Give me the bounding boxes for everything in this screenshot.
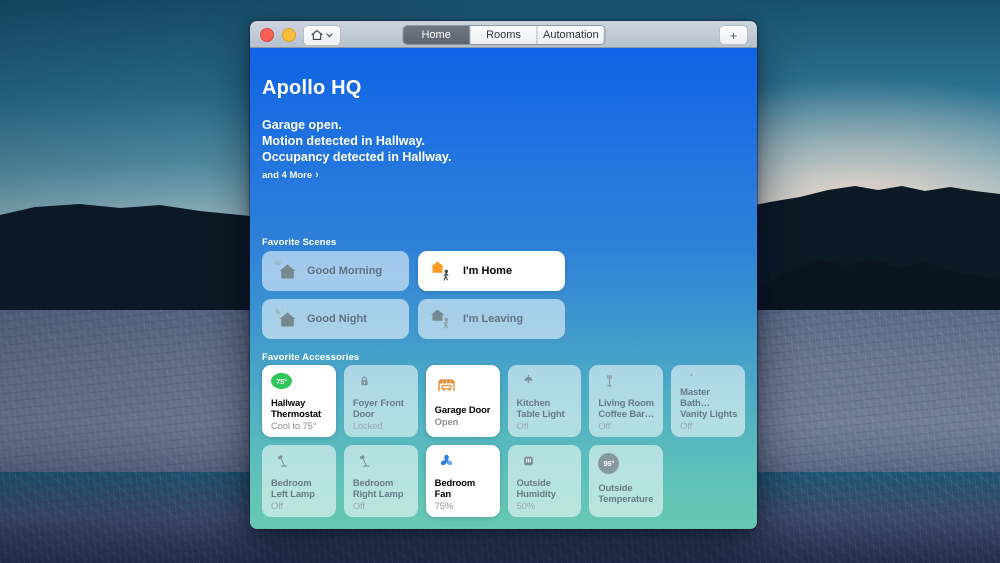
scene-label: I'm Home [463, 265, 512, 277]
minimize-window-button[interactable] [282, 28, 296, 42]
accessory-status: Off [271, 500, 283, 511]
pendant-light-icon [680, 373, 703, 378]
accessory-tile-outside-temperature[interactable]: 95° Outside Temperature [589, 445, 663, 517]
accessory-status: Off [353, 500, 365, 511]
accessory-tile-living-room-coffee-bar[interactable]: Living Room Coffee Bar… Off [589, 365, 663, 437]
status-line: Motion detected in Hallway. [262, 133, 745, 149]
accessory-name: Outside Temperature [598, 482, 657, 504]
pendant-light-icon [517, 373, 540, 389]
accessory-status: Off [598, 420, 610, 431]
accessory-name: Garage Door [435, 404, 491, 415]
accessory-tile-garage-door[interactable]: Garage Door Open [426, 365, 500, 437]
status-line: Garage open. [262, 117, 745, 133]
scene-label: Good Morning [307, 265, 382, 277]
accessory-name: Bedroom Left Lamp [271, 477, 330, 499]
thermostat-badge-icon: 75° [271, 373, 292, 389]
scene-label: Good Night [307, 313, 367, 325]
status-line: Occupancy detected in Hallway. [262, 149, 745, 165]
house-icon [311, 29, 323, 41]
favorite-scenes-grid: Good Morning I'm Home [262, 251, 745, 339]
tab-rooms[interactable]: Rooms [469, 26, 536, 44]
accessory-tile-outside-humidity[interactable]: Outside Humidity 50% [508, 445, 582, 517]
favorite-scenes-label: Favorite Scenes [262, 237, 745, 248]
accessory-tile-foyer-front-door[interactable]: Foyer Front Door Locked [344, 365, 418, 437]
good-night-house-icon [273, 306, 299, 332]
close-window-button[interactable] [260, 28, 274, 42]
accessory-tile-hallway-thermostat[interactable]: 75° Hallway Thermostat Cool to 75° [262, 365, 336, 437]
home-status-summary: Garage open. Motion detected in Hallway.… [262, 117, 745, 165]
more-status-link[interactable]: and 4 More › [262, 170, 745, 181]
floor-lamp-icon [598, 373, 621, 389]
garage-door-icon [435, 373, 458, 396]
accessory-status: Off [517, 420, 529, 431]
desk-lamp-icon [271, 453, 294, 469]
accessory-name: Kitchen Table Light [517, 397, 576, 419]
desk-lamp-icon [353, 453, 376, 469]
scene-tile-good-morning[interactable]: Good Morning [262, 251, 409, 291]
view-switcher: Home Rooms Automation [402, 25, 605, 45]
im-leaving-house-icon [429, 306, 455, 332]
home-content: Apollo HQ Garage open. Motion detected i… [250, 48, 757, 529]
accessory-status: 75% [435, 500, 453, 511]
favorite-accessories-label: Favorite Accessories [262, 352, 745, 363]
humidity-sensor-icon [517, 453, 540, 469]
scene-tile-good-night[interactable]: Good Night [262, 299, 409, 339]
scene-tile-im-home[interactable]: I'm Home [418, 251, 565, 291]
scene-tile-im-leaving[interactable]: I'm Leaving [418, 299, 565, 339]
tab-home[interactable]: Home [403, 26, 469, 44]
home-selector-dropdown[interactable] [303, 25, 341, 46]
favorite-accessories-grid: 75° Hallway Thermostat Cool to 75° Foyer… [262, 365, 745, 517]
accessory-tile-bedroom-fan[interactable]: Bedroom Fan 75% [426, 445, 500, 517]
add-accessory-button[interactable]: + [719, 25, 748, 45]
home-app-window: Home Rooms Automation + Apollo HQ Garage… [250, 21, 757, 529]
accessory-name: Bedroom Fan [435, 477, 494, 499]
fan-icon [435, 453, 458, 469]
accessory-status: Open [435, 416, 459, 427]
accessory-tile-master-bath-vanity-lights[interactable]: Master Bath… Vanity Lights Off [671, 365, 745, 437]
home-name-title: Apollo HQ [262, 48, 745, 100]
accessory-status: Cool to 75° [271, 420, 316, 431]
accessory-name: Living Room Coffee Bar… [598, 397, 657, 419]
temperature-badge-icon: 95° [598, 453, 619, 474]
window-titlebar[interactable]: Home Rooms Automation + [250, 21, 757, 48]
accessory-name: Master Bath… Vanity Lights [680, 386, 739, 419]
accessory-status: Locked [353, 420, 383, 431]
chevron-down-icon [326, 33, 333, 38]
lock-icon [353, 373, 376, 389]
accessory-name: Hallway Thermostat [271, 397, 330, 419]
im-home-house-icon [429, 258, 455, 284]
accessory-status: 50% [517, 500, 535, 511]
tab-automation[interactable]: Automation [537, 26, 604, 44]
more-status-label: and 4 More [262, 170, 312, 181]
scene-label: I'm Leaving [463, 313, 523, 325]
accessory-tile-kitchen-table-light[interactable]: Kitchen Table Light Off [508, 365, 582, 437]
accessory-name: Outside Humidity [517, 477, 576, 499]
accessory-status: Off [680, 420, 692, 431]
good-morning-house-icon [273, 258, 299, 284]
accessory-name: Bedroom Right Lamp [353, 477, 412, 499]
accessory-tile-bedroom-left-lamp[interactable]: Bedroom Left Lamp Off [262, 445, 336, 517]
chevron-right-icon: › [315, 171, 319, 180]
accessory-tile-bedroom-right-lamp[interactable]: Bedroom Right Lamp Off [344, 445, 418, 517]
accessory-name: Foyer Front Door [353, 397, 412, 419]
